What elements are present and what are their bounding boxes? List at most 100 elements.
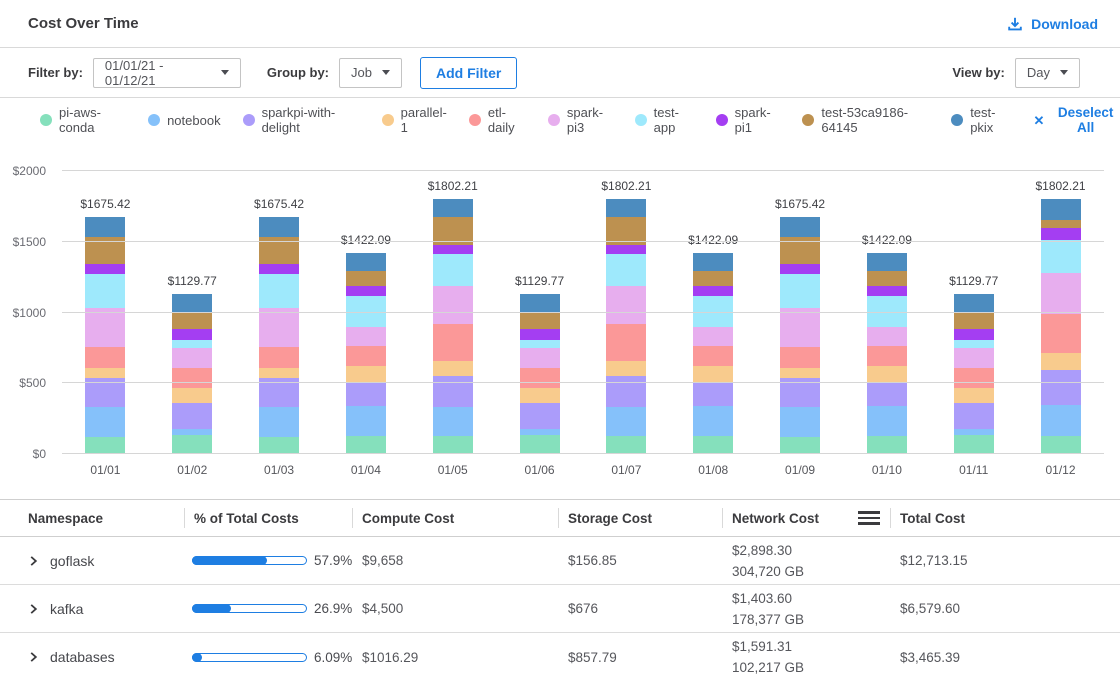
bar-segment-spark-pi3[interactable] [85, 308, 125, 347]
bar-segment-spark-pi3[interactable] [954, 348, 994, 368]
bar-segment-parallel-1[interactable] [433, 361, 473, 376]
bar-segment-parallel-1[interactable] [606, 361, 646, 376]
bar-segment-pi-aws-conda[interactable] [433, 436, 473, 454]
bar-segment-notebook[interactable] [1041, 405, 1081, 436]
bar-segment-spark-pi3[interactable] [346, 327, 386, 345]
expand-chevron-icon[interactable] [28, 603, 39, 615]
bar-segment-test-53ca9186-64145[interactable] [172, 313, 212, 328]
bar-segment-test-53ca9186-64145[interactable] [693, 271, 733, 286]
expand-chevron-icon[interactable] [28, 651, 39, 663]
bar-segment-pi-aws-conda[interactable] [606, 436, 646, 454]
bar-segment-test-pkix[interactable] [693, 253, 733, 271]
bar-segment-etl-daily[interactable] [780, 347, 820, 368]
bar-segment-sparkpi-with-delight[interactable] [954, 403, 994, 429]
bar-segment-notebook[interactable] [780, 407, 820, 436]
column-menu-icon[interactable] [856, 509, 882, 527]
bar-segment-notebook[interactable] [433, 407, 473, 436]
column-header-compute[interactable]: Compute Cost [352, 500, 558, 536]
bar-segment-parallel-1[interactable] [172, 388, 212, 402]
bar-segment-etl-daily[interactable] [520, 368, 560, 388]
bar-segment-etl-daily[interactable] [346, 346, 386, 366]
bar-segment-sparkpi-with-delight[interactable] [172, 403, 212, 429]
bar-segment-test-pkix[interactable] [85, 217, 125, 237]
bar-segment-pi-aws-conda[interactable] [346, 436, 386, 454]
bar-segment-test-app[interactable] [780, 274, 820, 308]
bar-segment-sparkpi-with-delight[interactable] [1041, 370, 1081, 406]
bar-segment-test-53ca9186-64145[interactable] [867, 271, 907, 286]
bar-segment-etl-daily[interactable] [1041, 314, 1081, 354]
bar-segment-parallel-1[interactable] [867, 366, 907, 383]
bar-segment-notebook[interactable] [520, 429, 560, 436]
bar-segment-test-53ca9186-64145[interactable] [520, 313, 560, 328]
bar-segment-pi-aws-conda[interactable] [954, 435, 994, 454]
stacked-bar[interactable] [85, 217, 125, 454]
legend-item[interactable]: spark-pi1 [716, 105, 781, 135]
date-range-select[interactable]: 01/01/21 - 01/12/21 [93, 58, 241, 88]
bar-segment-test-app[interactable] [259, 274, 299, 308]
stacked-bar[interactable] [1041, 199, 1081, 454]
bar-segment-pi-aws-conda[interactable] [520, 435, 560, 454]
bar-segment-parallel-1[interactable] [693, 366, 733, 383]
bar-segment-test-app[interactable] [1041, 240, 1081, 272]
bar-segment-spark-pi3[interactable] [780, 308, 820, 347]
bar-segment-test-53ca9186-64145[interactable] [1041, 220, 1081, 229]
bar-segment-test-pkix[interactable] [867, 253, 907, 271]
bar-segment-test-app[interactable] [954, 340, 994, 349]
stacked-bar[interactable] [606, 199, 646, 454]
bar-segment-spark-pi3[interactable] [520, 348, 560, 368]
column-header-namespace[interactable]: Namespace [0, 500, 184, 536]
group-by-select[interactable]: Job [339, 58, 402, 88]
stacked-bar[interactable] [954, 294, 994, 454]
bar-segment-test-53ca9186-64145[interactable] [954, 313, 994, 328]
bar-segment-spark-pi3[interactable] [693, 327, 733, 345]
column-header-network[interactable]: Network Cost [722, 500, 890, 536]
bar-segment-etl-daily[interactable] [172, 368, 212, 388]
bar-segment-test-app[interactable] [606, 254, 646, 286]
legend-item[interactable]: etl-daily [469, 105, 526, 135]
bar-segment-sparkpi-with-delight[interactable] [606, 376, 646, 408]
bar-segment-pi-aws-conda[interactable] [172, 435, 212, 454]
bar-segment-etl-daily[interactable] [433, 324, 473, 361]
stacked-bar[interactable] [259, 217, 299, 454]
legend-item[interactable]: pi-aws-conda [40, 105, 126, 135]
bar-segment-etl-daily[interactable] [259, 347, 299, 368]
bar-segment-pi-aws-conda[interactable] [259, 437, 299, 454]
bar-segment-etl-daily[interactable] [867, 346, 907, 366]
add-filter-button[interactable]: Add Filter [420, 57, 517, 89]
bar-segment-etl-daily[interactable] [954, 368, 994, 388]
bar-segment-test-pkix[interactable] [346, 253, 386, 271]
bar-segment-notebook[interactable] [867, 406, 907, 436]
bar-segment-test-pkix[interactable] [780, 217, 820, 237]
bar-segment-parallel-1[interactable] [520, 388, 560, 402]
bar-segment-parallel-1[interactable] [85, 368, 125, 378]
bar-segment-spark-pi1[interactable] [259, 264, 299, 274]
bar-segment-pi-aws-conda[interactable] [85, 437, 125, 454]
column-header-storage[interactable]: Storage Cost [558, 500, 722, 536]
expand-chevron-icon[interactable] [28, 555, 39, 567]
stacked-bar[interactable] [346, 253, 386, 454]
bar-segment-spark-pi1[interactable] [172, 329, 212, 340]
legend-item[interactable]: sparkpi-with-delight [243, 105, 360, 135]
bar-segment-parallel-1[interactable] [954, 388, 994, 402]
bar-segment-etl-daily[interactable] [85, 347, 125, 368]
bar-segment-test-pkix[interactable] [1041, 199, 1081, 220]
stacked-bar[interactable] [433, 199, 473, 454]
bar-segment-parallel-1[interactable] [259, 368, 299, 378]
bar-segment-spark-pi3[interactable] [259, 308, 299, 347]
column-header-total[interactable]: Total Cost [890, 500, 1120, 536]
bar-segment-notebook[interactable] [85, 407, 125, 436]
bar-segment-sparkpi-with-delight[interactable] [520, 403, 560, 429]
bar-segment-spark-pi1[interactable] [85, 264, 125, 274]
bar-segment-test-app[interactable] [433, 254, 473, 286]
bar-segment-spark-pi1[interactable] [954, 329, 994, 340]
bar-segment-notebook[interactable] [172, 429, 212, 436]
bar-segment-notebook[interactable] [346, 406, 386, 436]
bar-segment-spark-pi1[interactable] [1041, 228, 1081, 240]
bar-segment-spark-pi1[interactable] [433, 245, 473, 254]
deselect-all-button[interactable]: ✕ Deselect All [1033, 105, 1120, 135]
bar-segment-notebook[interactable] [954, 429, 994, 436]
bar-segment-spark-pi3[interactable] [172, 348, 212, 368]
bar-segment-pi-aws-conda[interactable] [780, 437, 820, 454]
legend-item[interactable]: notebook [148, 113, 221, 128]
legend-item[interactable]: parallel-1 [382, 105, 447, 135]
